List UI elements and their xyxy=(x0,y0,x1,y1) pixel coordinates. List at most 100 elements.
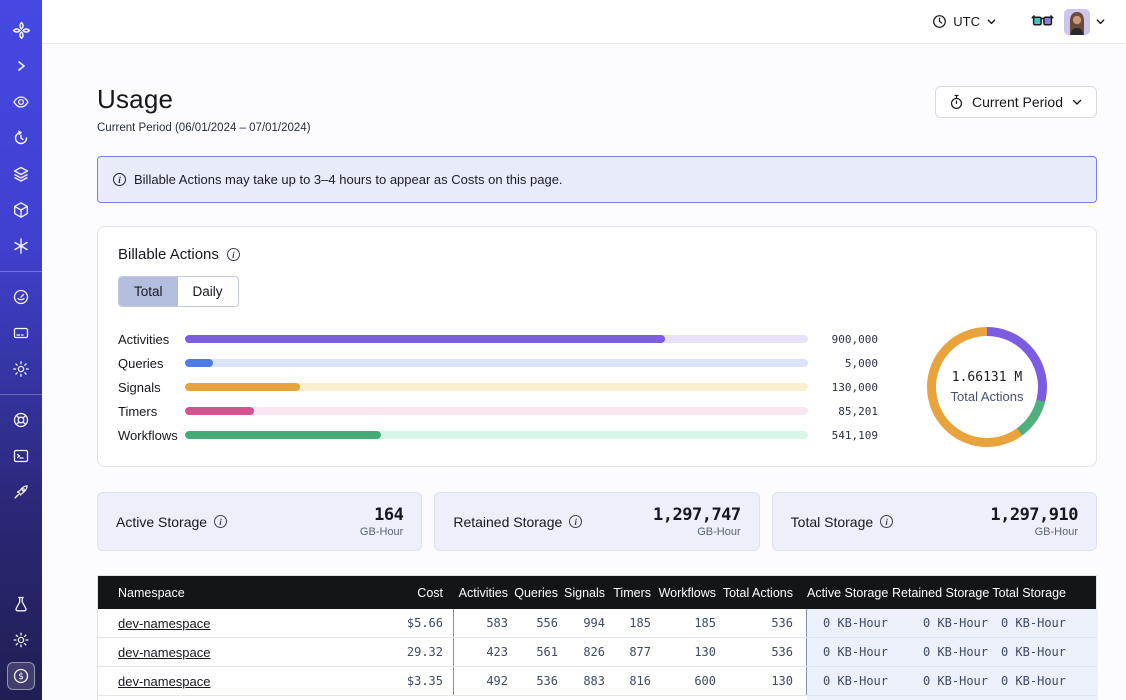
temporal-logo[interactable] xyxy=(7,16,35,44)
billing-card-icon[interactable] xyxy=(7,319,35,347)
total-storage-label: Total Storage xyxy=(791,514,874,530)
signals-cell: 826 xyxy=(562,645,609,659)
namespace-link[interactable]: dev-namespace xyxy=(118,645,211,660)
usage-gauge-icon[interactable] xyxy=(7,283,35,311)
bar-fill xyxy=(185,335,665,343)
billable-actions-chart: Activities 900,000 Queries 5,000 Signals xyxy=(118,327,1076,447)
tab-daily[interactable]: Daily xyxy=(178,277,238,306)
bar-track xyxy=(185,359,808,367)
sidebar: $ xyxy=(0,0,42,700)
user-menu[interactable] xyxy=(1064,9,1106,35)
workflows-cell: 600 xyxy=(655,674,720,688)
active-storage-card: Active Storage i 164 GB-Hour xyxy=(97,492,422,551)
retained-storage-value: 1,297,747 xyxy=(653,505,741,525)
sidebar-collapse-chevron-right-icon[interactable] xyxy=(7,52,35,80)
support-lifebuoy-icon[interactable] xyxy=(7,406,35,434)
retained-storage-cell: 0 KB-Hour xyxy=(892,638,992,666)
bar-row-signals: Signals 130,000 xyxy=(118,375,878,399)
active-storage-value: 164 xyxy=(360,505,403,525)
timers-cell: 185 xyxy=(609,616,655,630)
page-title: Usage xyxy=(97,84,311,115)
retained-storage-label: Retained Storage xyxy=(453,514,562,530)
col-total-storage: Total Storage xyxy=(992,586,1098,600)
timezone-dropdown[interactable]: UTC xyxy=(932,14,997,29)
active-storage-label: Active Storage xyxy=(116,514,207,530)
bar-value: 900,000 xyxy=(820,333,878,346)
storage-unit: GB-Hour xyxy=(653,526,741,538)
signals-cell: 883 xyxy=(562,674,609,688)
bar-value: 541,109 xyxy=(820,429,878,442)
timers-cell: 877 xyxy=(609,645,655,659)
lab-flask-icon[interactable] xyxy=(7,590,35,618)
namespaces-eye-icon[interactable] xyxy=(7,88,35,116)
total-storage-value: 1,297,910 xyxy=(990,505,1078,525)
retained-storage-cell: 0 KB-Hour xyxy=(892,609,992,637)
sidebar-divider xyxy=(0,271,42,272)
queries-cell: 556 xyxy=(512,616,562,630)
queries-cell: 536 xyxy=(512,674,562,688)
billable-actions-card: Billable Actions i Total Daily Activitie… xyxy=(97,226,1097,467)
table-header-row: Namespace Cost Activities Queries Signal… xyxy=(98,576,1096,609)
info-icon[interactable]: i xyxy=(569,515,582,528)
usage-dollar-icon[interactable]: $ xyxy=(7,662,35,690)
info-icon[interactable]: i xyxy=(214,515,227,528)
theme-sun-icon[interactable] xyxy=(7,626,35,654)
queries-cell: 561 xyxy=(512,645,562,659)
tab-total[interactable]: Total xyxy=(119,277,178,306)
stopwatch-icon xyxy=(949,94,964,110)
storage-summary-row: Active Storage i 164 GB-Hour Retained St… xyxy=(97,492,1097,551)
info-icon[interactable]: i xyxy=(880,515,893,528)
period-selector-button[interactable]: Current Period xyxy=(935,86,1097,118)
namespace-link[interactable]: dev-namespace xyxy=(118,616,211,631)
workflows-cell: 185 xyxy=(655,616,720,630)
cost-cell: $3.35 xyxy=(338,667,454,695)
total-actions-cell: 536 xyxy=(720,638,807,666)
storage-unit: GB-Hour xyxy=(990,526,1078,538)
info-icon[interactable]: i xyxy=(227,248,240,261)
col-signals: Signals xyxy=(562,586,609,600)
bar-row-workflows: Workflows 541,109 xyxy=(118,423,878,447)
activities-cell: 583 xyxy=(454,616,512,630)
bar-fill xyxy=(185,431,381,439)
activities-cell: 423 xyxy=(454,645,512,659)
table-row: dev-namespace $5.66 583 556 994 185 185 … xyxy=(98,609,1096,638)
total-storage-cell: 0 KB-Hour xyxy=(992,667,1098,695)
bar-fill xyxy=(185,407,254,415)
billable-actions-title: Billable Actions xyxy=(118,246,219,263)
col-workflows: Workflows xyxy=(655,586,720,600)
bar-fill xyxy=(185,383,300,391)
settings-gear-icon[interactable] xyxy=(7,355,35,383)
svg-text:$: $ xyxy=(18,672,23,682)
bar-row-timers: Timers 85,201 xyxy=(118,399,878,423)
table-row: dev-namespace $3.35 492 536 883 816 600 … xyxy=(98,667,1096,696)
chevron-down-icon xyxy=(1095,16,1106,27)
cost-cell: 29.32 xyxy=(338,638,454,666)
layers-icon[interactable] xyxy=(7,160,35,188)
rocket-icon[interactable] xyxy=(7,478,35,506)
workflows-cell: 130 xyxy=(655,645,720,659)
retained-storage-cell: 0 KB-Hour xyxy=(892,667,992,695)
bar-track xyxy=(185,431,808,439)
nexus-asterisk-icon[interactable] xyxy=(7,232,35,260)
active-storage-cell: 0 KB-Hour xyxy=(807,667,892,695)
feedback-glasses-icon[interactable] xyxy=(1031,14,1054,29)
bar-value: 85,201 xyxy=(820,405,878,418)
active-storage-cell: 0 KB-Hour xyxy=(807,638,892,666)
info-icon: i xyxy=(113,173,126,186)
avatar xyxy=(1064,9,1090,35)
console-terminal-icon[interactable] xyxy=(7,442,35,470)
bar-track xyxy=(185,383,808,391)
col-queries: Queries xyxy=(512,586,562,600)
total-actions-cell: 536 xyxy=(720,609,807,637)
col-cost: Cost xyxy=(338,576,454,609)
cube-icon[interactable] xyxy=(7,196,35,224)
col-timers: Timers xyxy=(609,586,655,600)
total-storage-cell: 0 KB-Hour xyxy=(992,609,1098,637)
chevron-down-icon xyxy=(986,16,997,27)
namespace-link[interactable]: dev-namespace xyxy=(118,674,211,689)
total-actions-label: Total Actions xyxy=(951,389,1024,404)
storage-unit: GB-Hour xyxy=(360,526,403,538)
history-clock-icon[interactable] xyxy=(7,124,35,152)
sidebar-divider xyxy=(0,394,42,395)
info-banner: i Billable Actions may take up to 3–4 ho… xyxy=(97,156,1097,203)
